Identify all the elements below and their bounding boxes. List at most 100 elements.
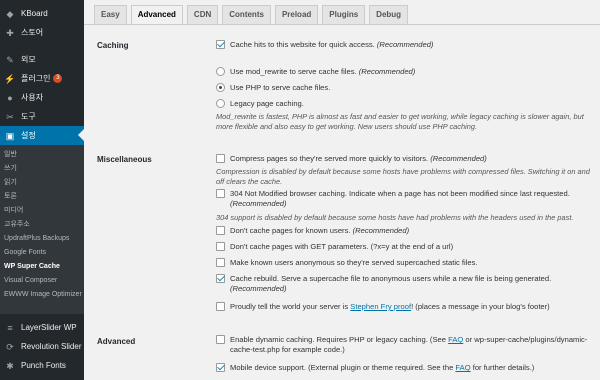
- advanced-heading: Advanced: [97, 337, 136, 346]
- revolution-slider-icon: ⟳: [6, 341, 14, 352]
- mobile-label-pre: Mobile device support. (External plugin …: [230, 363, 456, 372]
- sidebar-item-revolution-slider[interactable]: ⟳ Revolution Slider: [0, 337, 84, 356]
- mobile-option: Mobile device support. (External plugin …: [216, 363, 594, 373]
- proudly-label-post: ! (places a message in your blog's foote…: [411, 302, 550, 311]
- legacy-option: Legacy page caching.: [216, 99, 594, 109]
- settings-icon: ▣: [5, 130, 15, 141]
- sidebar-item-punch-fonts[interactable]: ✱ Punch Fonts: [0, 356, 84, 375]
- submenu-item-writing[interactable]: 쓰기: [0, 162, 84, 176]
- anonymous-checkbox[interactable]: [216, 258, 225, 267]
- not-modified-option: 304 Not Modified browser caching. Indica…: [216, 189, 594, 209]
- sidebar-item-users[interactable]: ● 사용자: [0, 88, 84, 107]
- submenu-item-ewww[interactable]: EWWW Image Optimizer: [0, 288, 84, 310]
- mod-rewrite-radio[interactable]: [216, 67, 225, 76]
- use-php-label: Use PHP to serve cache files.: [230, 83, 331, 92]
- tab-preload[interactable]: Preload: [274, 5, 319, 24]
- sidebar-item-label: 외모: [21, 55, 36, 64]
- punch-fonts-icon: ✱: [6, 360, 14, 371]
- get-params-label: Don't cache pages with GET parameters. (…: [230, 242, 454, 251]
- sidebar-item-tools[interactable]: ✂ 도구: [0, 107, 84, 126]
- submenu-item-general[interactable]: 일반: [0, 148, 84, 162]
- tab-contents[interactable]: Contents: [222, 5, 271, 24]
- recommended-note: (Recommended): [352, 226, 410, 235]
- get-params-checkbox[interactable]: [216, 242, 225, 251]
- admin-sidebar: ◆ KBoard ✚ 스토어 ✎ 외모 ⚡ 플러그인 3 ● 사용자 ✂ 도구 …: [0, 0, 84, 380]
- caching-heading: Caching: [97, 41, 129, 50]
- cache-hits-option: Cache hits to this website for quick acc…: [216, 40, 594, 50]
- not-modified-description: 304 support is disabled by default becau…: [216, 213, 574, 222]
- tab-cdn[interactable]: CDN: [186, 5, 219, 24]
- use-php-option: Use PHP to serve cache files.: [216, 83, 594, 93]
- mobile-checkbox[interactable]: [216, 363, 225, 372]
- tab-bar: Easy Advanced CDN Contents Preload Plugi…: [94, 5, 412, 24]
- proudly-option: Proudly tell the world your server is St…: [216, 302, 594, 312]
- cache-hits-label: Cache hits to this website for quick acc…: [230, 40, 375, 49]
- known-users-option: Don't cache pages for known users. (Reco…: [216, 226, 594, 236]
- submenu-item-permalinks[interactable]: 고유주소: [0, 218, 84, 232]
- mod-rewrite-option: Use mod_rewrite to serve cache files. (R…: [216, 67, 594, 77]
- layerslider-icon: ≡: [7, 322, 13, 333]
- sidebar-item-settings[interactable]: ▣ 설정: [0, 126, 84, 145]
- tab-plugins[interactable]: Plugins: [322, 5, 366, 24]
- get-params-option: Don't cache pages with GET parameters. (…: [216, 242, 594, 252]
- sidebar-item-store[interactable]: ✚ 스토어: [0, 23, 84, 42]
- recommended-note: (Recommended): [230, 284, 287, 293]
- submenu-item-visual-composer[interactable]: Visual Composer: [0, 274, 84, 288]
- rebuild-option: Cache rebuild. Serve a supercache file t…: [216, 274, 594, 294]
- sidebar-item-appearance[interactable]: ✎ 외모: [0, 50, 84, 69]
- tab-advanced[interactable]: Advanced: [130, 5, 183, 24]
- proudly-label-pre: Proudly tell the world your server is: [230, 302, 351, 311]
- sidebar-item-label: LayerSlider WP: [21, 323, 77, 332]
- plugins-icon: ⚡: [4, 73, 16, 84]
- submenu-item-media[interactable]: 미디어: [0, 204, 84, 218]
- legacy-radio[interactable]: [216, 99, 225, 108]
- recommended-note: (Recommended): [376, 40, 434, 49]
- faq-link[interactable]: FAQ: [448, 335, 463, 344]
- compress-description: Compression is disabled by default becau…: [216, 167, 590, 186]
- recommended-note: (Recommended): [230, 199, 287, 208]
- not-modified-checkbox[interactable]: [216, 189, 225, 198]
- tab-divider: [84, 24, 600, 25]
- sidebar-item-plugins[interactable]: ⚡ 플러그인 3: [0, 69, 84, 88]
- submenu-item-updraftplus[interactable]: UpdraftPlus Backups: [0, 232, 84, 246]
- known-users-checkbox[interactable]: [216, 226, 225, 235]
- kboard-icon: ◆: [6, 8, 14, 19]
- submenu-item-reading[interactable]: 읽기: [0, 176, 84, 190]
- update-count-badge: 3: [53, 74, 63, 83]
- dynamic-label-pre: Enable dynamic caching. Requires PHP or …: [230, 335, 449, 344]
- compress-checkbox[interactable]: [216, 154, 225, 163]
- tab-easy[interactable]: Easy: [94, 5, 127, 24]
- faq-link[interactable]: FAQ: [455, 363, 470, 372]
- sidebar-item-label: 사용자: [21, 93, 44, 102]
- legacy-label: Legacy page caching.: [230, 99, 304, 108]
- tab-debug[interactable]: Debug: [369, 5, 409, 24]
- sidebar-item-label: Punch Fonts: [21, 361, 66, 370]
- submenu-item-wp-super-cache[interactable]: WP Super Cache: [0, 260, 84, 274]
- rebuild-checkbox[interactable]: [216, 274, 225, 283]
- compress-label: Compress pages so they're served more qu…: [230, 154, 429, 163]
- cache-hits-checkbox[interactable]: [216, 40, 225, 49]
- sidebar-item-layerslider[interactable]: ≡ LayerSlider WP: [0, 318, 84, 337]
- dynamic-checkbox[interactable]: [216, 335, 225, 344]
- caching-description: Mod_rewrite is fastest, PHP is almost as…: [216, 112, 584, 131]
- tools-icon: ✂: [6, 111, 14, 122]
- dynamic-option: Enable dynamic caching. Requires PHP or …: [216, 335, 594, 355]
- compress-option: Compress pages so they're served more qu…: [216, 154, 594, 164]
- sidebar-item-label: 도구: [21, 112, 36, 121]
- recommended-note: (Recommended): [358, 67, 416, 76]
- sidebar-item-label: Revolution Slider: [21, 342, 82, 351]
- store-icon: ✚: [6, 27, 14, 38]
- sidebar-item-label: 스토어: [21, 28, 44, 37]
- use-php-radio[interactable]: [216, 83, 225, 92]
- anonymous-option: Make known users anonymous so they're se…: [216, 258, 594, 268]
- proudly-checkbox[interactable]: [216, 302, 225, 311]
- sidebar-item-kboard[interactable]: ◆ KBoard: [0, 4, 84, 23]
- submenu-item-google-fonts[interactable]: Google Fonts: [0, 246, 84, 260]
- submenu-item-discussion[interactable]: 토론: [0, 190, 84, 204]
- known-users-label: Don't cache pages for known users.: [230, 226, 351, 235]
- anonymous-label: Make known users anonymous so they're se…: [230, 258, 478, 267]
- sidebar-item-label: 플러그인: [21, 74, 51, 83]
- settings-submenu: 일반 쓰기 읽기 토론 미디어 고유주소 UpdraftPlus Backups…: [0, 145, 84, 314]
- stephen-fry-link[interactable]: Stephen Fry proof: [350, 302, 411, 311]
- appearance-icon: ✎: [6, 54, 14, 65]
